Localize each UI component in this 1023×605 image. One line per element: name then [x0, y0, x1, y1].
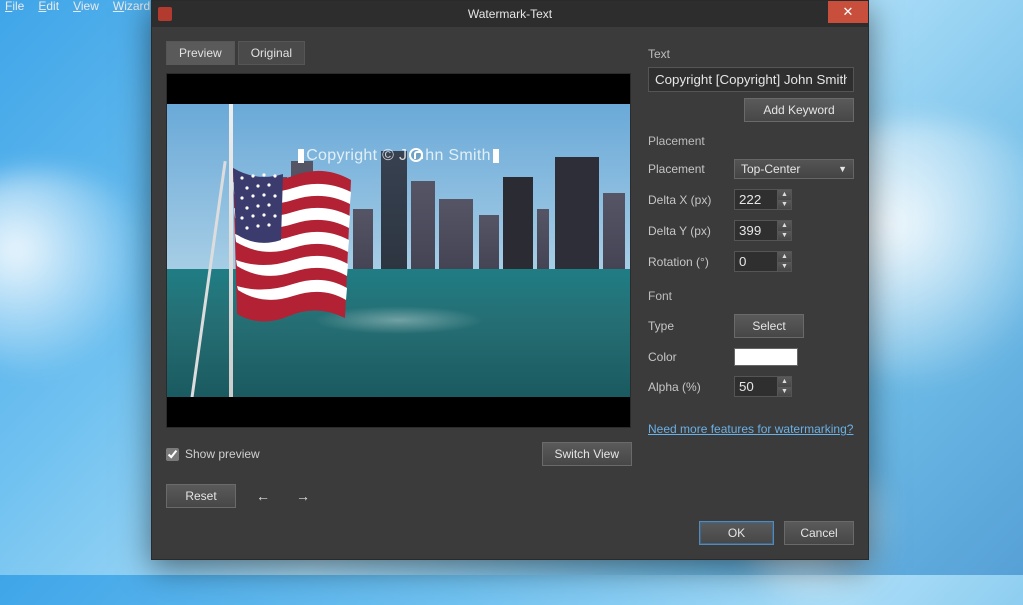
add-keyword-button[interactable]: Add Keyword [744, 98, 854, 122]
rotation-spinner[interactable]: ▲▼ [734, 251, 792, 272]
show-preview-input[interactable] [166, 448, 179, 461]
delta-y-down-icon[interactable]: ▼ [778, 231, 791, 241]
chevron-down-icon: ▼ [838, 164, 847, 174]
preview-image[interactable]: Copyright © Jhn Smith [166, 73, 631, 428]
font-color-label: Color [648, 350, 734, 364]
close-button[interactable]: ✕ [828, 1, 868, 23]
delta-x-spinner[interactable]: ▲▼ [734, 189, 792, 210]
delta-x-up-icon[interactable]: ▲ [778, 190, 791, 200]
delta-x-down-icon[interactable]: ▼ [778, 200, 791, 210]
menu-wizard[interactable]: Wizard [113, 0, 150, 13]
color-swatch[interactable] [734, 348, 798, 366]
preview-tabs: Preview Original [166, 41, 632, 65]
app-icon [158, 7, 172, 21]
rotation-input[interactable] [734, 251, 778, 272]
resize-handle-left[interactable] [298, 149, 304, 163]
section-font-title: Font [648, 289, 854, 303]
alpha-input[interactable] [734, 376, 778, 397]
watermark-text-input[interactable] [648, 67, 854, 92]
menu-edit[interactable]: Edit [38, 0, 59, 13]
menu-view[interactable]: View [73, 0, 99, 13]
window-title: Watermark-Text [152, 7, 868, 21]
watermark-text-dialog: Watermark-Text ✕ Preview Original [151, 0, 869, 560]
delta-x-label: Delta X (px) [648, 193, 734, 207]
switch-view-button[interactable]: Switch View [542, 442, 632, 466]
tab-original[interactable]: Original [238, 41, 305, 65]
cancel-button[interactable]: Cancel [784, 521, 854, 545]
font-select-button[interactable]: Select [734, 314, 804, 338]
watermark-text-preview: Copyright © Jhn Smith [306, 147, 491, 164]
watermark-overlay[interactable]: Copyright © Jhn Smith [167, 146, 630, 165]
close-icon: ✕ [843, 4, 854, 20]
placement-value: Top-Center [741, 162, 800, 176]
section-text-title: Text [648, 47, 854, 61]
resize-handle-right[interactable] [493, 149, 499, 163]
rotation-up-icon[interactable]: ▲ [778, 252, 791, 262]
alpha-down-icon[interactable]: ▼ [778, 387, 791, 397]
show-preview-checkbox[interactable]: Show preview [166, 447, 260, 461]
delta-x-input[interactable] [734, 189, 778, 210]
cursor-grab-icon [409, 148, 423, 162]
section-placement-title: Placement [648, 134, 854, 148]
delta-y-spinner[interactable]: ▲▼ [734, 220, 792, 241]
placement-select[interactable]: Top-Center ▼ [734, 159, 854, 179]
tab-preview[interactable]: Preview [166, 41, 235, 65]
show-preview-label: Show preview [185, 447, 260, 461]
delta-y-input[interactable] [734, 220, 778, 241]
ok-button[interactable]: OK [699, 521, 774, 545]
flag-graphic [233, 168, 353, 338]
reset-button[interactable]: Reset [166, 484, 236, 508]
redo-arrow-icon[interactable]: → [290, 486, 316, 506]
more-features-link[interactable]: Need more features for watermarking? [648, 422, 854, 436]
titlebar: Watermark-Text ✕ [152, 1, 868, 27]
menu-file[interactable]: File [5, 0, 24, 13]
placement-label: Placement [648, 162, 734, 176]
font-alpha-label: Alpha (%) [648, 380, 734, 394]
font-type-label: Type [648, 319, 734, 333]
alpha-spinner[interactable]: ▲▼ [734, 376, 792, 397]
rotation-label: Rotation (°) [648, 255, 734, 269]
delta-y-label: Delta Y (px) [648, 224, 734, 238]
delta-y-up-icon[interactable]: ▲ [778, 221, 791, 231]
alpha-up-icon[interactable]: ▲ [778, 377, 791, 387]
undo-arrow-icon[interactable]: ← [250, 486, 276, 506]
rotation-down-icon[interactable]: ▼ [778, 262, 791, 272]
